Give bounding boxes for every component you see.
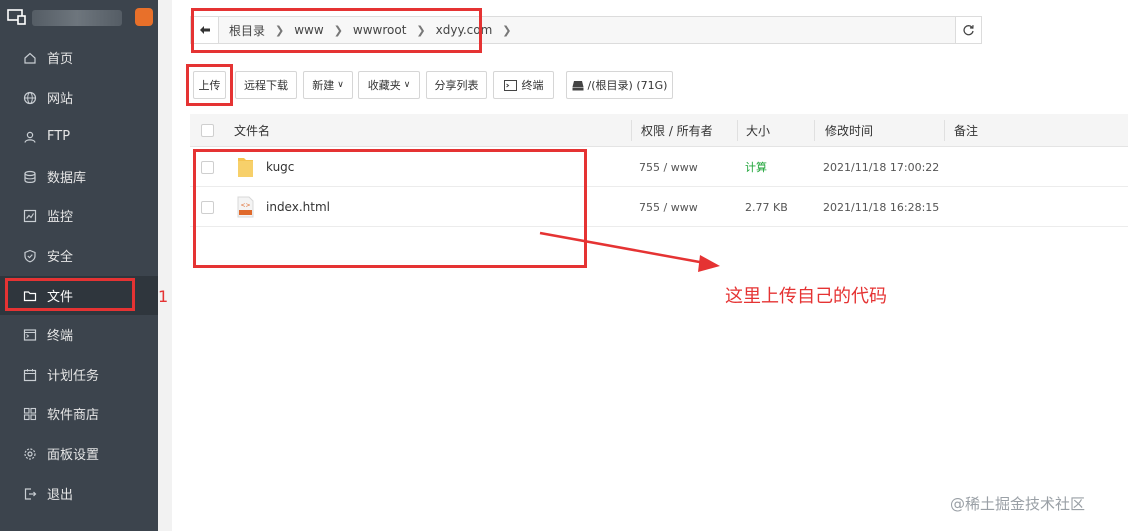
- annotation-arrow-line: [539, 231, 706, 265]
- annotation-number: 1: [158, 287, 169, 306]
- annotation-arrow-layer: [539, 231, 720, 272]
- watermark: @稀土掘金技术社区: [950, 495, 1086, 513]
- annotation-text: 这里上传自己的代码: [725, 286, 887, 307]
- annotation-arrow-head: [698, 255, 720, 272]
